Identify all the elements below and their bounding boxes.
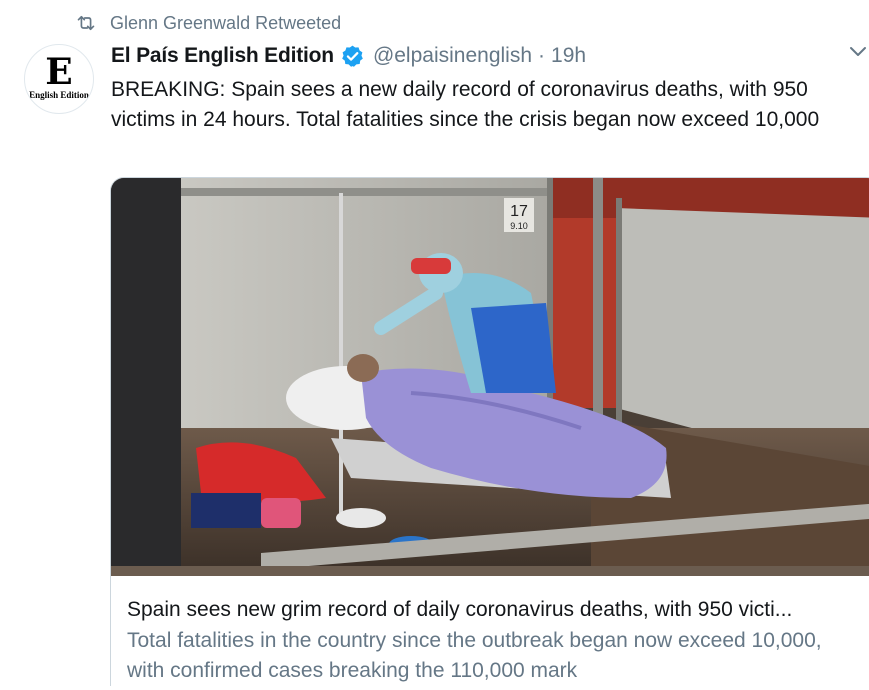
bed-subnumber: 9.10 [510,221,528,231]
avatar[interactable]: E English Edition [24,44,94,114]
retweet-context[interactable]: Glenn Greenwald Retweeted [76,12,341,34]
card-description: Total fatalities in the country since th… [127,629,822,682]
card-title[interactable]: Spain sees new grim record of daily coro… [127,596,792,624]
avatar-logo-letter: E [45,51,73,93]
bed-number: 17 [510,203,528,220]
tweet-text: BREAKING: Spain sees a new daily record … [111,78,820,131]
tweet-header: El País English Edition @elpaisinenglish… [111,42,586,70]
verified-badge-icon [342,45,363,67]
author-name[interactable]: El País English Edition [111,44,334,68]
header-separator: · [538,44,546,67]
retweet-icon [77,15,95,31]
chevron-down-icon[interactable] [849,45,867,59]
bottom-edge [0,686,869,690]
card-photo: 17 9.10 [111,178,869,576]
avatar-logo-subtitle: English Edition [29,90,89,100]
retweet-label: Glenn Greenwald Retweeted [110,12,342,33]
author-handle[interactable]: @elpaisinenglish [373,44,532,68]
link-card[interactable]: 17 9.10 Spain sees new grim record of da… [110,177,869,690]
tweet-timestamp[interactable]: 19h [551,44,586,68]
